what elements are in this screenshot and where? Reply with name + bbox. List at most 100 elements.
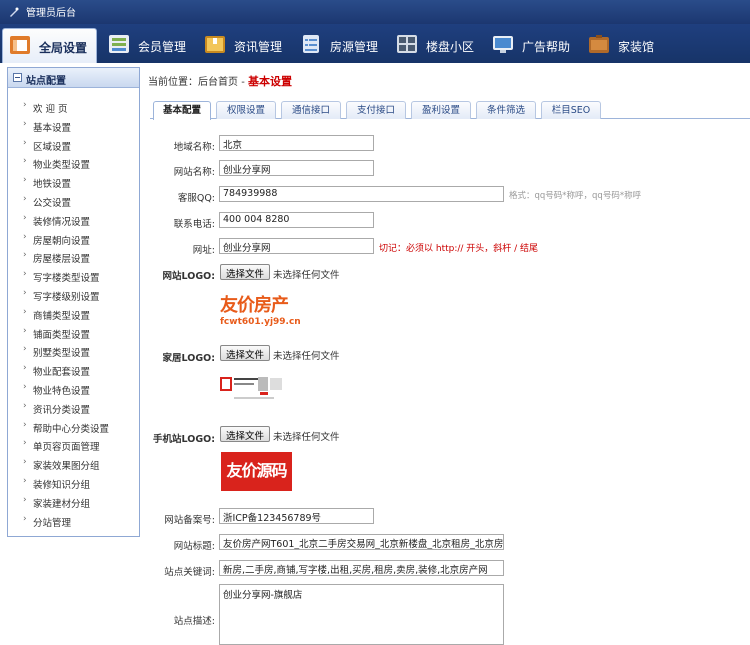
- sidebar-item[interactable]: › 装修知识分组: [8, 474, 139, 493]
- nav-item-ads-help[interactable]: 广告帮助: [486, 28, 576, 63]
- sidebar-item[interactable]: › 装修情况设置: [8, 211, 139, 230]
- sidebar-item[interactable]: › 地铁设置: [8, 173, 139, 192]
- chevron-right-icon: ›: [23, 287, 27, 298]
- sidebar-item[interactable]: › 欢 迎 页: [8, 98, 139, 117]
- sidebar-item-label: 装修知识分组: [33, 479, 91, 491]
- sidebar-item[interactable]: › 写字楼级别设置: [8, 286, 139, 305]
- breadcrumb-separator: -: [241, 77, 245, 88]
- nav-item-home-decor[interactable]: 家装馆: [582, 28, 682, 63]
- tab-permissions[interactable]: 权限设置: [216, 101, 276, 119]
- sidebar-item-label: 写字楼类型设置: [33, 273, 100, 285]
- collapse-icon[interactable]: [13, 73, 22, 82]
- home-logo-file-button[interactable]: 选择文件: [220, 345, 271, 361]
- chevron-right-icon: ›: [23, 137, 27, 148]
- city-input[interactable]: 北京: [219, 135, 374, 151]
- sidebar-title: 站点配置: [26, 76, 66, 87]
- sidebar-menu: › 欢 迎 页 › 基本设置 › 区域设置 › 物业类型设置 › 地铁设置 › 公交设置 › 装修情况设置…: [8, 98, 139, 530]
- seo-title-input[interactable]: 友价房产网T601_北京二手房交易网_北京新楼盘_北京租房_北京房地: [219, 534, 504, 550]
- site-name-label: 网站名称:: [173, 167, 215, 178]
- nav-item-listings[interactable]: 房源管理: [294, 28, 384, 63]
- qq-label: 客服QQ:: [177, 193, 215, 204]
- sidebar-item-label: 装修情况设置: [33, 216, 91, 228]
- site-name-input[interactable]: 创业分享网: [219, 160, 374, 176]
- sidebar-item[interactable]: › 写字楼类型设置: [8, 267, 139, 286]
- sidebar-item[interactable]: › 帮助中心分类设置: [8, 418, 139, 437]
- sidebar-item[interactable]: › 单页容页面管理: [8, 436, 139, 455]
- mobile-logo-label: 手机站LOGO:: [153, 434, 215, 445]
- chevron-right-icon: ›: [23, 269, 27, 280]
- sidebar-item[interactable]: › 区域设置: [8, 136, 139, 155]
- sidebar-item[interactable]: › 物业配套设置: [8, 361, 139, 380]
- tab-profit[interactable]: 盈利设置: [411, 101, 471, 119]
- sidebar-item[interactable]: › 房屋朝向设置: [8, 230, 139, 249]
- chevron-right-icon: ›: [23, 212, 27, 223]
- breadcrumb-prefix: 当前位置：后台首页: [148, 77, 238, 88]
- site-logo-file-button[interactable]: 选择文件: [220, 264, 271, 280]
- monitor-icon: [493, 36, 513, 53]
- sidebar-item-label: 分站管理: [33, 517, 72, 529]
- sidebar-item-label: 单页容页面管理: [33, 442, 100, 454]
- grid-icon: [397, 35, 417, 53]
- window-icon: [10, 36, 30, 54]
- sidebar: 站点配置 › 欢 迎 页 › 基本设置 › 区域设置 › 物业类型设置 › 地铁设置 › 公交设置 › 装…: [7, 67, 140, 537]
- description-label: 站点描述:: [173, 616, 215, 627]
- sidebar-item[interactable]: › 资讯分类设置: [8, 399, 139, 418]
- sidebar-item-label: 房屋朝向设置: [33, 235, 91, 247]
- mobile-logo-file-status: 未选择任何文件: [273, 432, 340, 443]
- city-label: 地域名称:: [173, 142, 215, 153]
- sidebar-header[interactable]: 站点配置: [8, 68, 139, 88]
- description-textarea[interactable]: 创业分享网-旗舰店: [219, 584, 504, 645]
- sidebar-item-label: 公交设置: [33, 197, 72, 209]
- nav-item-members[interactable]: 会员管理: [102, 28, 192, 63]
- keywords-input[interactable]: 新房,二手房,商铺,写字楼,出租,买房,租房,卖房,装修,北京房产网: [219, 560, 504, 576]
- sidebar-item-label: 写字楼级别设置: [33, 291, 100, 303]
- sidebar-item-label: 资讯分类设置: [33, 404, 91, 416]
- sidebar-item-label: 地铁设置: [33, 179, 72, 191]
- top-bar: 管理员后台: [0, 0, 750, 24]
- chevron-right-icon: ›: [23, 175, 27, 186]
- sidebar-item[interactable]: › 公交设置: [8, 192, 139, 211]
- mobile-logo-preview: 友价源码: [221, 452, 292, 491]
- url-warning: 切记：必须以 http:// 开头，斜杆 / 结尾: [379, 244, 539, 254]
- chevron-right-icon: ›: [23, 400, 27, 411]
- sidebar-item[interactable]: › 家装建材分组: [8, 493, 139, 512]
- clipboard-icon: [303, 35, 319, 53]
- sidebar-item[interactable]: › 物业特色设置: [8, 380, 139, 399]
- tab-basic-config[interactable]: 基本配置: [153, 101, 211, 120]
- mobile-logo-file-button[interactable]: 选择文件: [220, 426, 271, 442]
- qq-input[interactable]: 784939988: [219, 186, 504, 202]
- sidebar-item[interactable]: › 别墅类型设置: [8, 342, 139, 361]
- tab-communication[interactable]: 通信接口: [281, 101, 341, 119]
- chevron-right-icon: ›: [23, 381, 27, 392]
- home-logo-label: 家居LOGO:: [162, 353, 215, 364]
- site-logo-label: 网站LOGO:: [162, 271, 215, 282]
- icp-input[interactable]: 浙ICP备123456789号: [219, 508, 374, 524]
- sidebar-item[interactable]: › 商铺类型设置: [8, 305, 139, 324]
- tab-column-seo[interactable]: 栏目SEO: [541, 101, 601, 119]
- sidebar-item[interactable]: › 物业类型设置: [8, 154, 139, 173]
- icp-label: 网站备案号:: [164, 515, 215, 526]
- chevron-right-icon: ›: [23, 325, 27, 336]
- tab-payment[interactable]: 支付接口: [346, 101, 406, 119]
- chevron-right-icon: ›: [23, 118, 27, 129]
- home-logo-preview: [220, 377, 282, 399]
- sidebar-item-label: 物业类型设置: [33, 160, 91, 172]
- folder-icon: [205, 36, 225, 53]
- sidebar-item[interactable]: › 基本设置: [8, 117, 139, 136]
- sidebar-item-label: 商铺类型设置: [33, 310, 91, 322]
- nav-item-global-settings[interactable]: 全局设置: [2, 28, 97, 63]
- sidebar-item-label: 别墅类型设置: [33, 348, 91, 360]
- nav-item-estates[interactable]: 楼盘小区: [390, 28, 480, 63]
- url-input[interactable]: 创业分享网: [219, 238, 374, 254]
- site-logo-preview: 友价房产 fcwt601.yj99.cn: [220, 295, 301, 327]
- chevron-right-icon: ›: [23, 363, 27, 374]
- sidebar-item[interactable]: › 分站管理: [8, 512, 139, 531]
- sidebar-item[interactable]: › 家装效果图分组: [8, 455, 139, 474]
- chevron-right-icon: ›: [23, 457, 27, 468]
- sidebar-item[interactable]: › 房屋楼层设置: [8, 248, 139, 267]
- sidebar-item[interactable]: › 铺面类型设置: [8, 324, 139, 343]
- phone-input[interactable]: 400 004 8280: [219, 212, 374, 228]
- nav-item-news[interactable]: 资讯管理: [198, 28, 288, 63]
- keywords-label: 站点关键词:: [164, 567, 215, 578]
- tab-filters[interactable]: 条件筛选: [476, 101, 536, 119]
